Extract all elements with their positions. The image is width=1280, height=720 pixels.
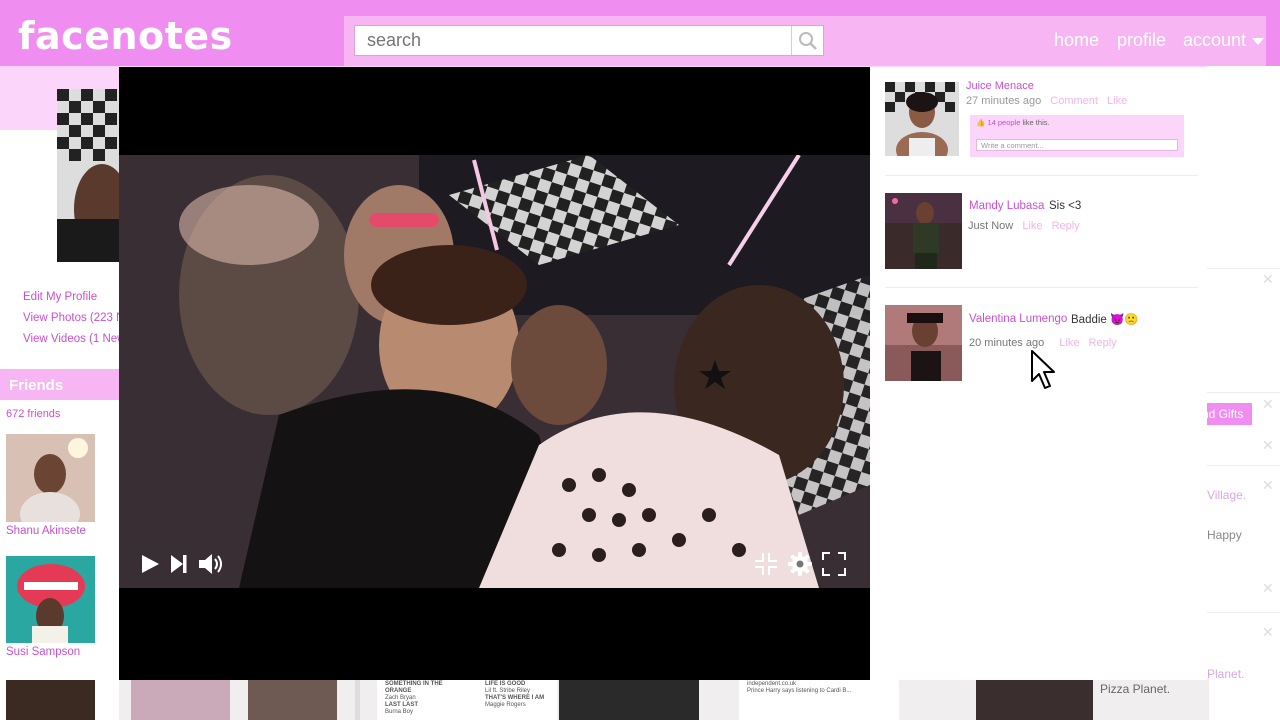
divider xyxy=(1207,392,1280,393)
divider xyxy=(1207,268,1280,269)
comment-time: Just Now xyxy=(968,220,1014,232)
like-action[interactable]: Like xyxy=(1059,337,1079,349)
friend-avatar-partial[interactable] xyxy=(6,680,95,720)
close-icon[interactable]: ✕ xyxy=(1262,437,1274,454)
settings-icon[interactable] xyxy=(787,551,813,577)
thumbnail xyxy=(355,678,360,720)
nav-account[interactable]: account xyxy=(1183,30,1265,51)
doc-line: Prince Harry says listening to Cardi B..… xyxy=(747,688,852,694)
search-input[interactable] xyxy=(355,26,785,55)
site-logo[interactable]: facenotes xyxy=(18,14,233,58)
doc-line: independent.co.uk xyxy=(747,681,797,687)
comment-text: Sis <3 xyxy=(1049,200,1082,212)
fullscreen-icon[interactable] xyxy=(821,551,847,577)
divider xyxy=(1207,465,1280,466)
nav-account-label: account xyxy=(1183,30,1247,50)
write-comment-input[interactable]: Write a comment... xyxy=(976,139,1178,151)
mouse-cursor-icon xyxy=(1031,350,1055,389)
comment-text: Baddie 😈🙁 xyxy=(1071,314,1139,326)
comment-time: 27 minutes ago xyxy=(966,95,1042,107)
comment-meta: Just Now Like Reply xyxy=(968,220,1080,232)
view-photos-link[interactable]: View Photos (223 N xyxy=(23,312,124,324)
commenter-avatar[interactable] xyxy=(885,305,962,381)
skip-next-icon[interactable] xyxy=(169,553,189,575)
close-icon[interactable]: ✕ xyxy=(1262,580,1274,597)
nav-profile[interactable]: profile xyxy=(1117,30,1166,51)
doc-line: Lil ft. Stribe Riley xyxy=(485,688,531,694)
thumbnail-article[interactable]: independent.co.uk Prince Harry says list… xyxy=(739,678,899,720)
thumbnail[interactable] xyxy=(559,678,699,720)
friend-card[interactable]: Shanu Akinsete xyxy=(6,434,95,538)
friends-count[interactable]: 672 friends xyxy=(6,408,60,420)
divider xyxy=(885,287,1198,288)
commenter-name[interactable]: Valentina Lumengo xyxy=(969,313,1067,325)
commenter-name[interactable]: Juice Menace xyxy=(966,80,1034,92)
likes-box: 👍 14 people like this. Write a comment..… xyxy=(970,115,1184,157)
planet-link[interactable]: Planet. xyxy=(1207,667,1244,681)
commenter-name[interactable]: Mandy Lubasa xyxy=(969,200,1044,212)
collapse-icon[interactable] xyxy=(753,551,779,577)
search-button[interactable] xyxy=(791,26,823,55)
thumbnail[interactable] xyxy=(976,678,1093,720)
doc-line: THAT'S WHERE I AM xyxy=(485,695,545,701)
friend-avatar xyxy=(6,434,95,522)
thumbs-up-icon: 👍 xyxy=(976,118,986,127)
commenter-avatar[interactable] xyxy=(885,82,959,156)
close-icon[interactable]: ✕ xyxy=(1262,271,1274,288)
video-player[interactable] xyxy=(119,67,870,680)
search-box xyxy=(354,25,824,56)
like-action[interactable]: Like xyxy=(1022,220,1042,232)
comment-meta: 20 minutes ago Like Reply xyxy=(969,337,1117,349)
happy-text: Happy xyxy=(1207,528,1242,542)
video-frame[interactable] xyxy=(119,155,870,588)
volume-icon[interactable] xyxy=(197,551,227,577)
search-icon xyxy=(798,31,817,50)
send-gifts-button[interactable]: nd Gifts xyxy=(1200,403,1252,425)
nav-home[interactable]: home xyxy=(1054,30,1099,51)
friend-name: Shanu Akinsete xyxy=(6,525,86,537)
profile-picture[interactable] xyxy=(57,89,119,262)
likes-suffix: like this. xyxy=(1020,118,1050,127)
commenter-avatar[interactable] xyxy=(885,193,962,269)
doc-line: Maggie Rogers xyxy=(485,702,526,708)
comment-action[interactable]: Comment xyxy=(1050,95,1098,107)
thumbnail[interactable] xyxy=(131,678,230,720)
divider xyxy=(1207,612,1280,613)
friends-title: Friends xyxy=(0,369,119,400)
friend-name: Susi Sampson xyxy=(6,646,81,658)
edit-profile-link[interactable]: Edit My Profile xyxy=(23,291,97,303)
reply-action[interactable]: Reply xyxy=(1052,220,1080,232)
friend-avatar xyxy=(6,556,95,643)
close-icon[interactable]: ✕ xyxy=(1262,477,1274,494)
caret-down-icon xyxy=(1252,37,1265,45)
thumbnail-playlist[interactable]: LIFE IS GOOD Lil ft. Stribe Riley THAT'S… xyxy=(477,678,557,720)
close-icon[interactable]: ✕ xyxy=(1262,396,1274,413)
view-videos-link[interactable]: View Videos (1 New xyxy=(23,333,126,345)
reply-action[interactable]: Reply xyxy=(1089,337,1117,349)
like-action[interactable]: Like xyxy=(1107,95,1127,107)
friend-card[interactable]: Susi Sampson xyxy=(6,556,95,659)
play-icon[interactable] xyxy=(139,553,161,575)
comment-time: 20 minutes ago xyxy=(969,337,1045,349)
likes-count[interactable]: 14 people xyxy=(987,118,1020,127)
background-right-column xyxy=(1207,66,1280,720)
thumbnail[interactable] xyxy=(248,678,337,720)
close-icon[interactable]: ✕ xyxy=(1262,624,1274,641)
doc-line: LIFE IS GOOD xyxy=(485,681,526,687)
pizza-planet-text: Pizza Planet. xyxy=(1100,682,1171,696)
village-link[interactable]: Village. xyxy=(1207,488,1246,502)
comment-meta: 27 minutes ago Comment Like xyxy=(966,95,1127,107)
bottom-thumbnails: SOMETHING IN THE ORANGE Zach Bryan LAST … xyxy=(119,678,1209,720)
divider xyxy=(885,175,1198,176)
likes-summary: 👍 14 people like this. xyxy=(976,118,1050,127)
